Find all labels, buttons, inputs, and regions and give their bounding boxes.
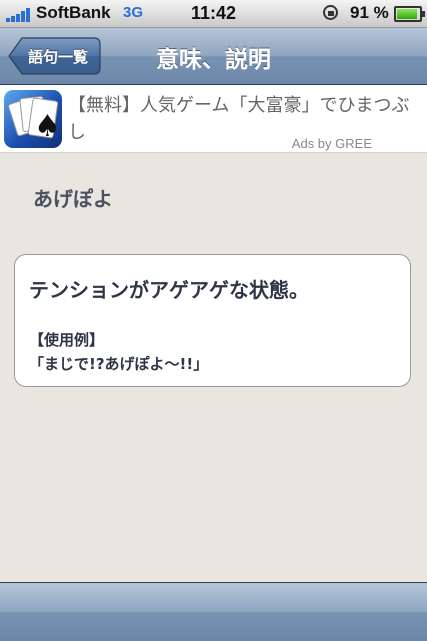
navigation-bar: 語句一覧 意味、説明 <box>0 28 427 85</box>
example-text: 「まじで!?あげぽよ〜!!」 <box>29 355 209 373</box>
ad-attribution: Ads by GREE <box>291 136 372 151</box>
status-bar: SoftBank 3G 11:42 91 % <box>0 0 427 28</box>
term-word: あげぽよ <box>33 187 113 211</box>
back-button-label: 語句一覧 <box>28 48 89 66</box>
meaning-text: テンションがアゲアゲな状態。 <box>29 278 309 302</box>
orientation-lock-icon <box>322 4 342 22</box>
spade-cards-icon: ♠ <box>4 90 62 148</box>
bottom-toolbar <box>0 582 427 641</box>
page-title: 意味、説明 <box>156 47 271 73</box>
ad-banner[interactable]: ♠ 【無料】人気ゲーム「大富豪」でひまつぶし Ads by GREE <box>0 85 427 153</box>
battery-icon <box>394 6 425 22</box>
example-label: 【使用例】 <box>29 331 105 349</box>
meaning-card: テンションがアゲアゲな状態。 【使用例】 「まじで!?あげぽよ〜!!」 <box>14 254 411 387</box>
back-button[interactable]: 語句一覧 <box>8 37 101 75</box>
battery-percent: 91 % <box>350 3 389 22</box>
